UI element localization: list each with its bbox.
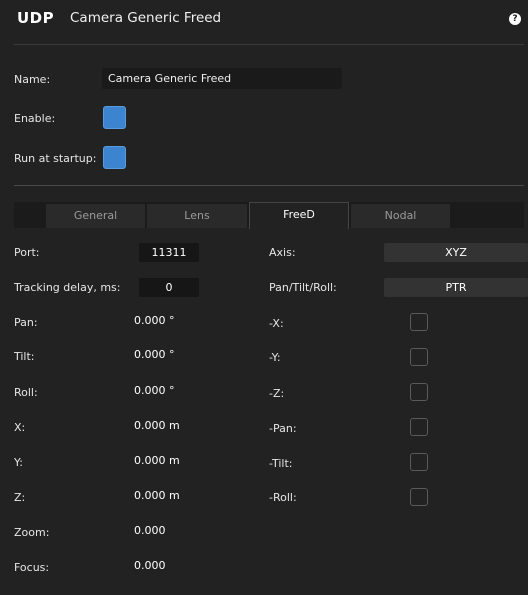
page-title: Camera Generic Freed (70, 10, 222, 26)
invert-tilt-label: -Tilt: (269, 457, 293, 470)
readout-value-x: 0.000 m (134, 419, 180, 432)
name-field[interactable]: Camera Generic Freed (102, 68, 342, 89)
tab-general[interactable]: General (46, 204, 145, 228)
port-label: Port: (14, 246, 40, 259)
readout-label-roll: Roll: (14, 386, 38, 399)
invert-y-label: -Y: (269, 351, 281, 364)
section-divider (14, 185, 524, 186)
pan-tilt-roll-dropdown[interactable]: PTR (384, 278, 528, 297)
invert-x-checkbox[interactable] (410, 313, 428, 331)
run-at-startup-checkbox[interactable] (103, 146, 126, 169)
run-at-startup-label: Run at startup: (14, 152, 97, 165)
invert-x-label: -X: (269, 317, 284, 330)
readout-value-zoom: 0.000 (134, 524, 166, 537)
readout-value-z: 0.000 m (134, 489, 180, 502)
readout-label-pan: Pan: (14, 316, 38, 329)
enable-label: Enable: (14, 112, 56, 125)
tracking-delay-label: Tracking delay, ms: (14, 281, 121, 294)
invert-z-label: -Z: (269, 387, 285, 400)
help-icon[interactable]: ? (509, 13, 521, 25)
readout-value-roll: 0.000 ° (134, 384, 175, 397)
header-divider (14, 44, 524, 45)
readout-label-zoom: Zoom: (14, 526, 50, 539)
tab-nodal[interactable]: Nodal (351, 204, 450, 228)
invert-y-checkbox[interactable] (410, 348, 428, 366)
invert-roll-checkbox[interactable] (410, 488, 428, 506)
invert-z-checkbox[interactable] (410, 383, 428, 401)
tab-freed[interactable]: FreeD (249, 202, 349, 229)
axis-label: Axis: (269, 246, 296, 259)
invert-tilt-checkbox[interactable] (410, 453, 428, 471)
name-label: Name: (14, 73, 51, 86)
readout-value-tilt: 0.000 ° (134, 348, 175, 361)
port-input[interactable]: 11311 (139, 243, 199, 262)
readout-value-focus: 0.000 (134, 559, 166, 572)
readout-value-pan: 0.000 ° (134, 314, 175, 327)
tab-lens[interactable]: Lens (147, 204, 247, 228)
readout-label-tilt: Tilt: (14, 350, 35, 363)
readout-label-z: Z: (14, 491, 26, 504)
invert-pan-checkbox[interactable] (410, 418, 428, 436)
readout-value-y: 0.000 m (134, 454, 180, 467)
readout-label-focus: Focus: (14, 561, 50, 574)
invert-pan-label: -Pan: (269, 422, 297, 435)
readout-label-y: Y: (14, 456, 23, 469)
invert-roll-label: -Roll: (269, 491, 297, 504)
enable-checkbox[interactable] (103, 106, 126, 129)
tracking-delay-input[interactable]: 0 (139, 278, 199, 297)
axis-dropdown[interactable]: XYZ (384, 243, 528, 262)
pan-tilt-roll-label: Pan/Tilt/Roll: (269, 281, 337, 294)
protocol-badge: UDP (17, 9, 55, 27)
readout-label-x: X: (14, 421, 26, 434)
